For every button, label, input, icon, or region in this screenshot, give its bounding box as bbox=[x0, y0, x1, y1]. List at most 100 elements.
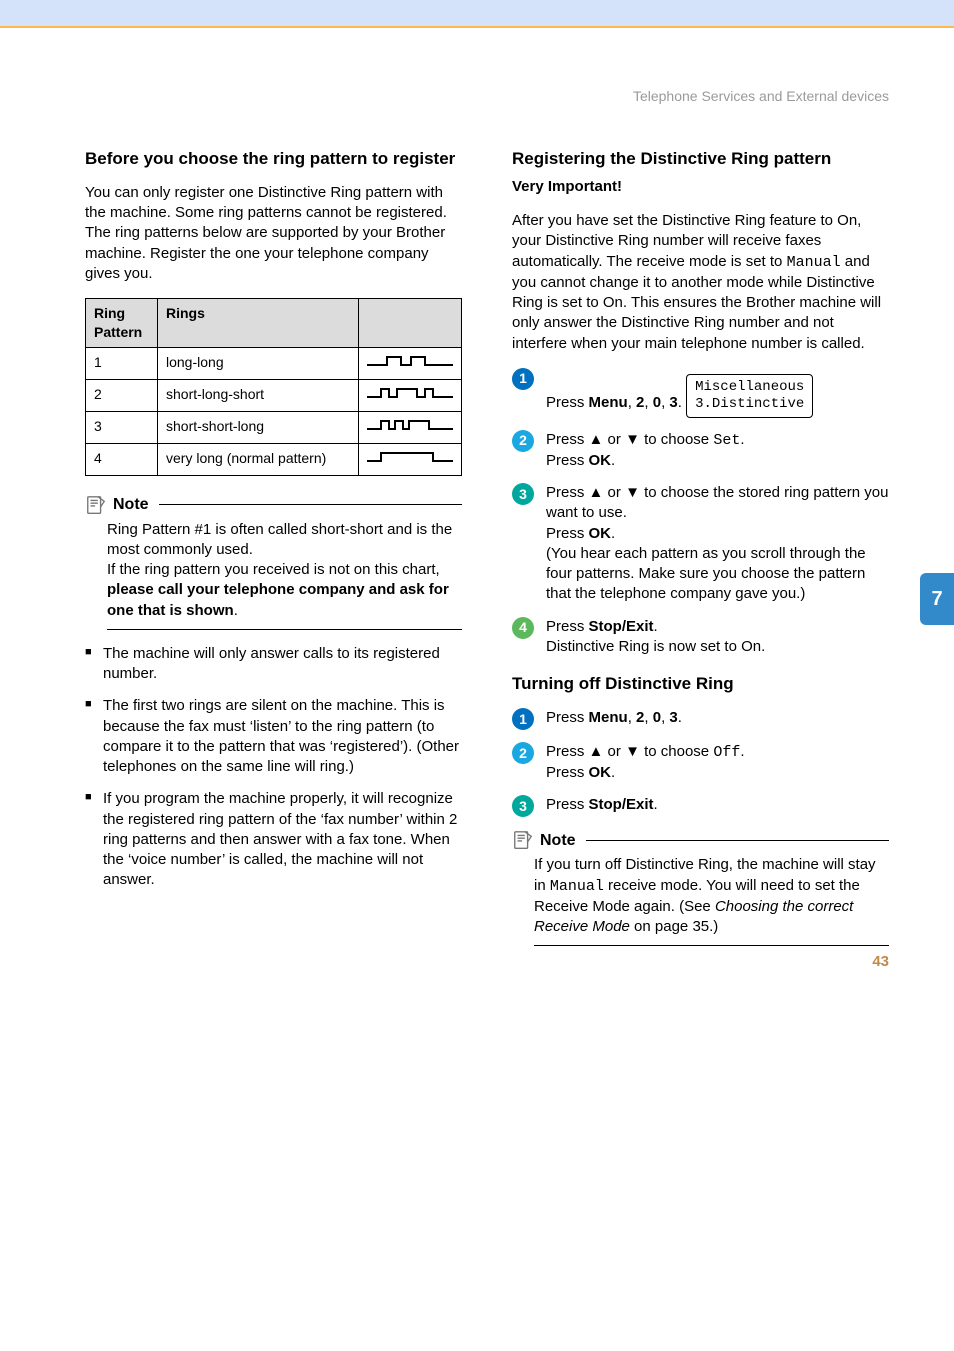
t: , bbox=[628, 709, 636, 726]
up-arrow-icon: ▲ bbox=[589, 484, 604, 501]
waveform-icon bbox=[367, 385, 453, 401]
note-icon bbox=[512, 829, 534, 851]
t: Press bbox=[546, 431, 589, 448]
t: , bbox=[644, 394, 652, 411]
note-block-2: Note If you turn off Distinctive Ring, t… bbox=[512, 829, 889, 946]
t: , bbox=[644, 709, 652, 726]
off-step-2-text: Press ▲ or ▼ to choose Off. Press OK. bbox=[546, 742, 889, 784]
off-step-3: 3 Press Stop/Exit. bbox=[512, 795, 889, 817]
note-body-2: If you turn off Distinctive Ring, the ma… bbox=[534, 855, 889, 946]
th-waveform bbox=[359, 299, 462, 348]
cell-pattern-num: 2 bbox=[86, 379, 158, 411]
mono-manual: Manual bbox=[787, 254, 841, 271]
off-step-1-text: Press Menu, 2, 0, 3. bbox=[546, 708, 889, 728]
step-2-text: Press ▲ or ▼ to choose Set. Press OK. bbox=[546, 430, 889, 472]
very-important-label: Very Important! bbox=[512, 178, 622, 195]
chapter-side-tab: 7 bbox=[920, 573, 954, 625]
key-0: 0 bbox=[653, 709, 661, 726]
table-row: 3 short-short-long bbox=[86, 411, 462, 443]
turning-off-heading: Turning off Distinctive Ring bbox=[512, 673, 889, 696]
ring-pattern-table: Ring Pattern Rings 1 long-long bbox=[85, 298, 462, 475]
page-number: 43 bbox=[872, 953, 889, 970]
key-3: 3 bbox=[669, 394, 677, 411]
note-text-1: Ring Pattern #1 is often called short-sh… bbox=[107, 521, 452, 558]
step-number-icon: 1 bbox=[512, 368, 534, 390]
note-text-2b: please call your telephone company and a… bbox=[107, 581, 449, 618]
step-number-icon: 2 bbox=[512, 742, 534, 764]
cell-pattern-num: 1 bbox=[86, 347, 158, 379]
t: or bbox=[603, 431, 625, 448]
key-ok: OK bbox=[589, 452, 612, 469]
t: Press bbox=[546, 764, 589, 781]
top-color-bar bbox=[0, 0, 954, 28]
down-arrow-icon: ▼ bbox=[625, 431, 640, 448]
cell-rings: long-long bbox=[158, 347, 359, 379]
step-2: 2 Press ▲ or ▼ to choose Set. Press OK. bbox=[512, 430, 889, 472]
t: Press bbox=[546, 452, 589, 469]
list-item: The machine will only answer calls to it… bbox=[85, 644, 462, 685]
note-text-2a: If the ring pattern you received is not … bbox=[107, 561, 440, 578]
cell-waveform bbox=[359, 411, 462, 443]
left-heading: Before you choose the ring pattern to re… bbox=[85, 148, 462, 171]
step-number-icon: 4 bbox=[512, 617, 534, 639]
t: Distinctive Ring is now set to On. bbox=[546, 638, 765, 655]
feature-bullets: The machine will only answer calls to it… bbox=[85, 644, 462, 891]
t: . bbox=[678, 394, 682, 411]
list-item: The first two rings are silent on the ma… bbox=[85, 696, 462, 777]
key-stop-exit: Stop/Exit bbox=[589, 618, 654, 635]
t: Press bbox=[546, 394, 589, 411]
key-menu: Menu bbox=[589, 394, 628, 411]
step-1: 1 Press Menu, 2, 0, 3. Miscellaneous 3.D… bbox=[512, 368, 889, 418]
t: Press bbox=[546, 525, 589, 542]
registering-heading: Registering the Distinctive Ring pattern bbox=[512, 148, 889, 171]
step-number-icon: 2 bbox=[512, 430, 534, 452]
t: . bbox=[611, 764, 615, 781]
up-arrow-icon: ▲ bbox=[589, 431, 604, 448]
t: to choose bbox=[640, 431, 713, 448]
t: . bbox=[740, 743, 744, 760]
th-rings: Rings bbox=[158, 299, 359, 348]
left-column: Before you choose the ring pattern to re… bbox=[85, 148, 462, 960]
cell-rings: very long (normal pattern) bbox=[158, 443, 359, 475]
up-arrow-icon: ▲ bbox=[589, 743, 604, 760]
cell-pattern-num: 4 bbox=[86, 443, 158, 475]
note-body: Ring Pattern #1 is often called short-sh… bbox=[107, 520, 462, 630]
right-column: Registering the Distinctive Ring pattern… bbox=[512, 148, 889, 960]
lcd-line-2: 3.Distinctive bbox=[695, 396, 804, 412]
th-ring-pattern: Ring Pattern bbox=[86, 299, 158, 348]
section-header: Telephone Services and External devices bbox=[85, 88, 889, 104]
cell-rings: short-short-long bbox=[158, 411, 359, 443]
key-stop-exit: Stop/Exit bbox=[589, 796, 654, 813]
mono-off: Off bbox=[713, 744, 740, 761]
list-item: If you program the machine properly, it … bbox=[85, 789, 462, 890]
note-title: Note bbox=[113, 494, 149, 516]
note-text-2c: . bbox=[234, 602, 238, 619]
off-step-1: 1 Press Menu, 2, 0, 3. bbox=[512, 708, 889, 730]
t: Press bbox=[546, 709, 589, 726]
cell-waveform bbox=[359, 443, 462, 475]
cell-rings: short-long-short bbox=[158, 379, 359, 411]
t: Press bbox=[546, 743, 589, 760]
note-title: Note bbox=[540, 830, 576, 852]
key-0: 0 bbox=[653, 394, 661, 411]
off-step-3-text: Press Stop/Exit. bbox=[546, 795, 889, 815]
t: or bbox=[603, 743, 625, 760]
lcd-display: Miscellaneous 3.Distinctive bbox=[686, 374, 813, 418]
step-4-text: Press Stop/Exit. Distinctive Ring is now… bbox=[546, 617, 889, 658]
mono-manual: Manual bbox=[550, 878, 604, 895]
step-1-text: Press Menu, 2, 0, 3. Miscellaneous 3.Dis… bbox=[546, 368, 889, 418]
lcd-line-1: Miscellaneous bbox=[695, 379, 804, 395]
t: . bbox=[654, 618, 658, 635]
t: or bbox=[603, 484, 625, 501]
down-arrow-icon: ▼ bbox=[625, 743, 640, 760]
t: . bbox=[740, 431, 744, 448]
table-row: 2 short-long-short bbox=[86, 379, 462, 411]
note-rule bbox=[586, 840, 889, 841]
table-row: 4 very long (normal pattern) bbox=[86, 443, 462, 475]
waveform-icon bbox=[367, 417, 453, 433]
mono-set: Set bbox=[713, 432, 740, 449]
step-number-icon: 1 bbox=[512, 708, 534, 730]
step-number-icon: 3 bbox=[512, 483, 534, 505]
key-menu: Menu bbox=[589, 709, 628, 726]
t: , bbox=[628, 394, 636, 411]
